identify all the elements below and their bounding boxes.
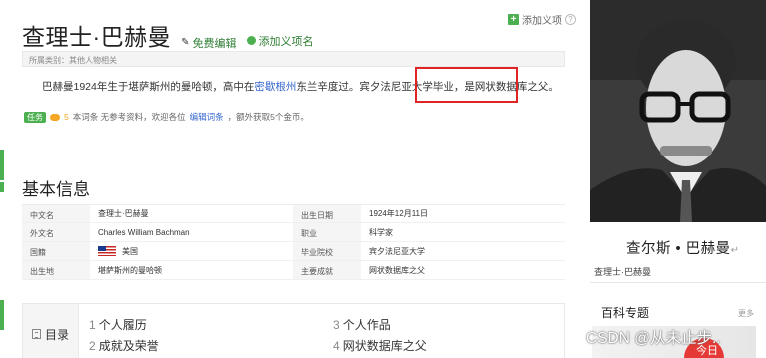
info-value: 美国 [90, 242, 293, 260]
add-circle-icon [246, 36, 256, 45]
edit-button[interactable]: ✎ 免费编辑 [181, 35, 236, 51]
toc-item-number: 1 [89, 318, 96, 332]
task-row: 任务 5 本词条 无参考资料，欢迎各位 编辑词条 ，额外获取5个金币。 [24, 111, 309, 123]
toc-item-number: 2 [89, 339, 96, 353]
accent-bar [0, 182, 4, 192]
toc-item-label: 个人履历 [98, 318, 147, 332]
watermark: CSDN @从未止步.. [586, 330, 721, 347]
info-label: 出生日期 [293, 205, 361, 222]
toc-header: 目录 [23, 304, 79, 358]
help-icon[interactable]: ? [565, 14, 576, 25]
info-label: 国籍 [22, 242, 90, 260]
task-text: 本词条 无参考资料，欢迎各位 [72, 112, 186, 122]
info-label: 出生地 [22, 261, 90, 279]
summary-text: 巴赫曼1924年生于堪萨斯州的曼哈顿，高中在 [42, 81, 255, 93]
toc-item[interactable]: 4 网状数据库之父 [333, 337, 427, 354]
page-title: 查理士·巴赫曼 [22, 24, 172, 50]
caption-text: 查尔斯 • 巴赫曼 [626, 241, 731, 257]
info-label: 职业 [293, 223, 361, 241]
info-label: 外文名 [22, 223, 90, 241]
plus-icon: + [508, 14, 519, 25]
title-row: 查理士·巴赫曼 ✎ 免费编辑 添加义项名 [22, 18, 314, 52]
toc-item-label: 网状数据库之父 [342, 339, 427, 353]
special-topics-title: 百科专题 [601, 306, 650, 320]
photo-caption: 查尔斯 • 巴赫曼↵ [626, 237, 740, 258]
task-badge: 任务 [24, 111, 46, 123]
accent-bar [0, 150, 4, 180]
info-label: 毕业院校 [293, 242, 361, 260]
toc-item-label: 个人作品 [342, 318, 391, 332]
info-value: Charles William Bachman [98, 227, 190, 237]
info-value: 网状数据库之父 [369, 265, 425, 275]
us-flag-icon [98, 246, 116, 256]
toc-item-label: 成就及荣誉 [98, 339, 159, 353]
photo-subcaption: 查理士·巴赫曼 [594, 267, 651, 277]
add-meaning-button[interactable]: + 添加义项 ? [508, 12, 576, 27]
portrait-photo[interactable] [590, 0, 766, 222]
michigan-link[interactable]: 密歇根州 [254, 81, 296, 93]
info-value: 宾夕法尼亚大学 [369, 246, 425, 256]
info-label: 主要成就 [293, 261, 361, 279]
nationality-value: 美国 [122, 246, 138, 256]
info-table: 中文名 查理士·巴赫曼 出生日期 1924年12月11日 外文名 Charles… [22, 204, 565, 280]
accent-bar [0, 300, 4, 330]
info-value: 1924年12月11日 [369, 209, 428, 218]
pencil-icon: ✎ [181, 37, 190, 48]
info-row: 出生地 堪萨斯州的曼哈顿 主要成就 网状数据库之父 [22, 261, 565, 280]
toc-item[interactable]: 2 成就及荣誉 [89, 337, 159, 354]
info-row: 外文名 Charles William Bachman 职业 科学家 [22, 223, 565, 242]
more-link[interactable]: 更多 [738, 308, 754, 319]
divider [590, 282, 766, 283]
sidebar: 查尔斯 • 巴赫曼↵ 查理士·巴赫曼 百科专题 更多 今日 CSDN @从未止步… [586, 0, 766, 358]
info-row: 中文名 查理士·巴赫曼 出生日期 1924年12月11日 [22, 204, 565, 223]
add-meaning-label: 添加义项 [522, 16, 562, 27]
info-value: 堪萨斯州的曼哈顿 [98, 265, 162, 275]
edit-entry-link[interactable]: 编辑词条 [190, 111, 224, 123]
category-bar: 所属类别：其他人物相关 [22, 51, 565, 67]
info-value: 查理士·巴赫曼 [98, 209, 149, 218]
toc-item-number: 3 [333, 318, 340, 332]
add-item-label: 添加义项名 [258, 35, 314, 48]
info-label: 中文名 [22, 205, 90, 222]
return-mark: ↵ [730, 245, 740, 256]
portrait-image [590, 0, 766, 222]
coin-count: 5 [64, 112, 69, 122]
edit-label: 免费编辑 [192, 37, 237, 50]
toc-label: 目录 [44, 327, 69, 342]
task-text: ，额外获取5个金币。 [227, 112, 309, 122]
toc-item[interactable]: 3 个人作品 [333, 316, 391, 333]
info-value: 科学家 [369, 227, 393, 237]
toc-item[interactable]: 1 个人履历 [89, 316, 147, 333]
coin-icon [50, 113, 60, 121]
section-heading: 基本信息 [22, 180, 90, 199]
add-item-button[interactable]: 添加义项名 [246, 33, 314, 49]
toc-item-number: 4 [333, 339, 340, 353]
info-row: 国籍 美国 毕业院校 宾夕法尼亚大学 [22, 242, 565, 261]
list-icon [31, 329, 41, 339]
highlight-box [415, 67, 518, 103]
table-of-contents: 目录 1 个人履历 2 成就及荣誉 3 个人作品 4 网状数据库之父 [22, 303, 565, 358]
